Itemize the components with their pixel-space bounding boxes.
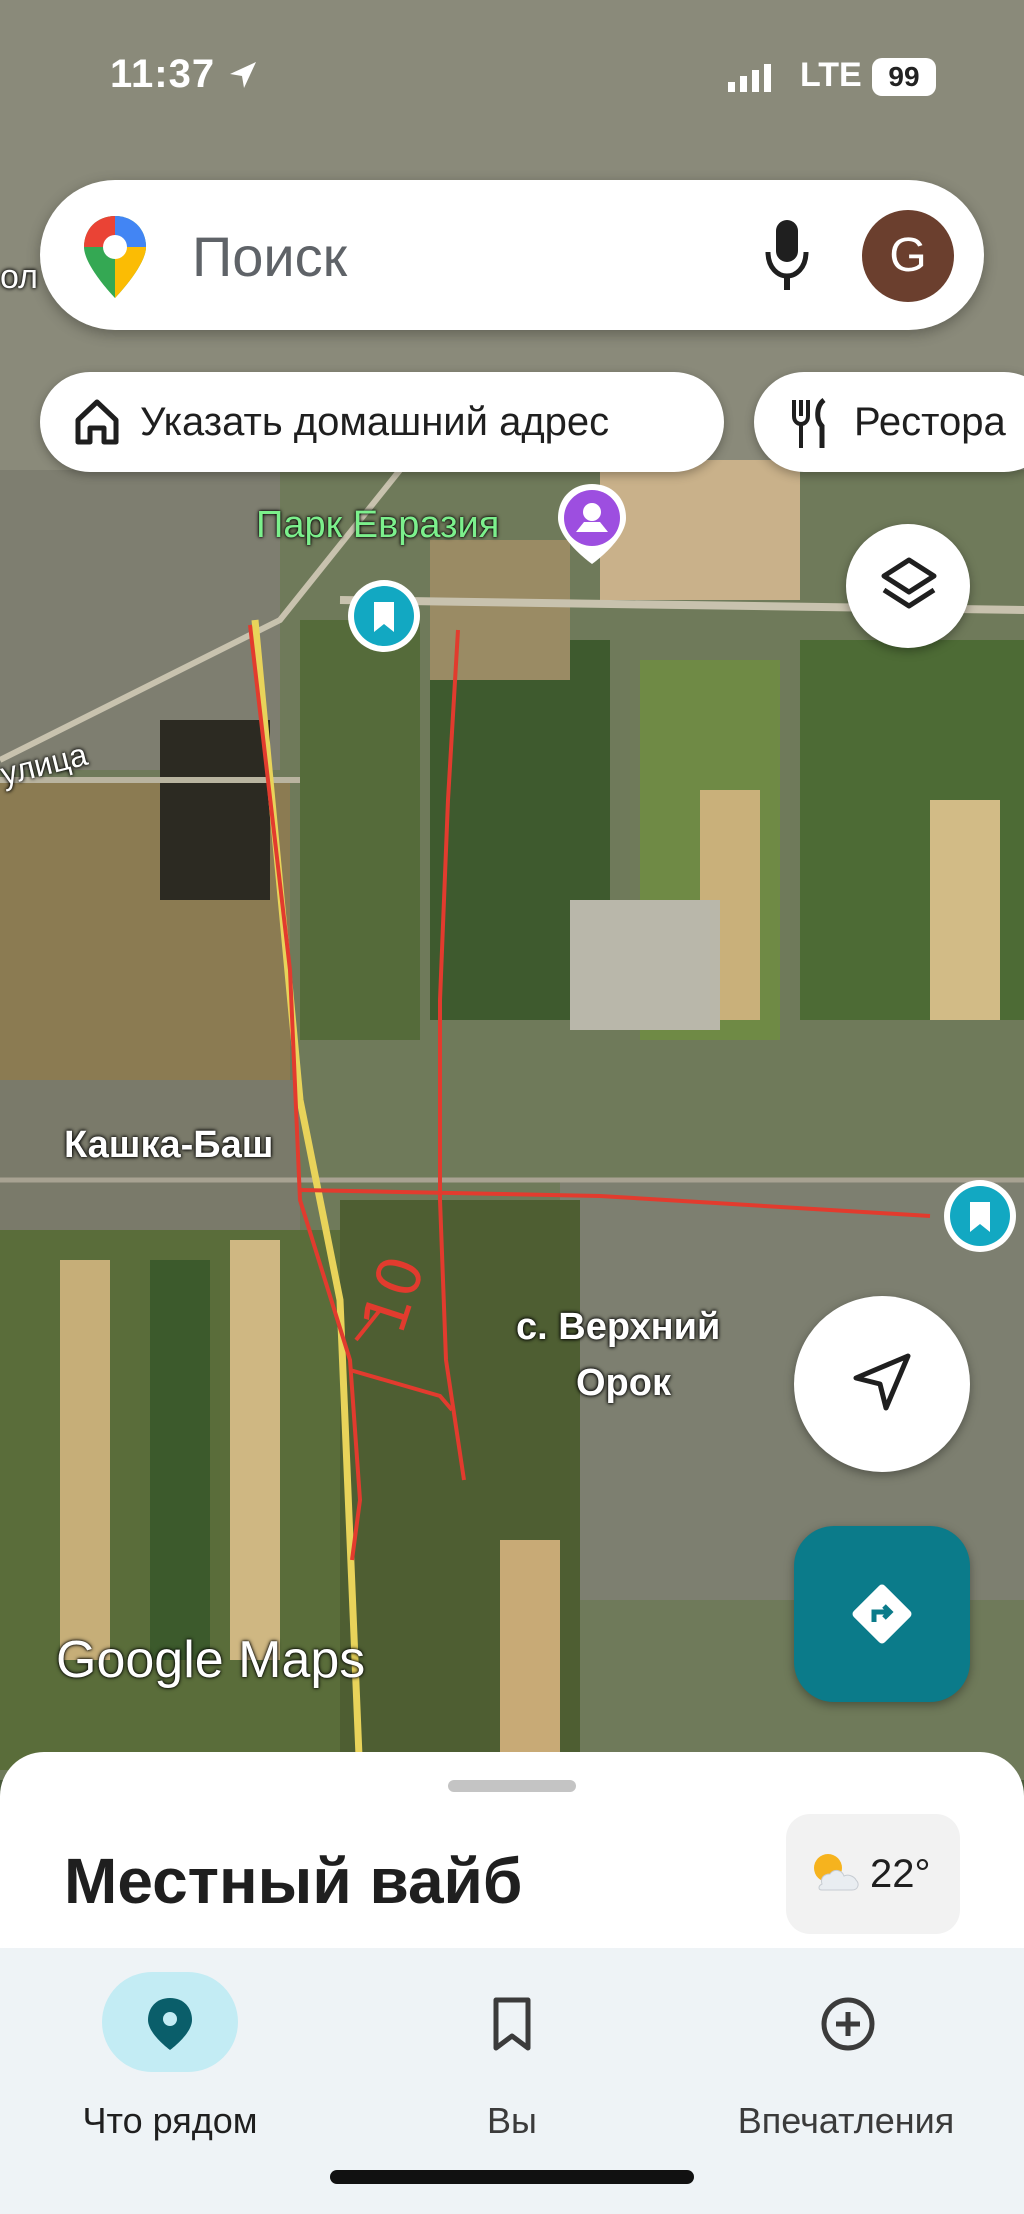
- location-arrow-icon: [230, 62, 256, 88]
- weather-chip[interactable]: 22°: [786, 1814, 960, 1934]
- sheet-title: Местный вайб: [64, 1845, 523, 1917]
- partly-cloudy-icon: [814, 1854, 859, 1891]
- navigation-arrow-icon: [853, 1353, 911, 1411]
- maps-pin-icon: [84, 216, 146, 298]
- weather-temp: 22°: [870, 1852, 931, 1896]
- fork-knife-icon: [792, 398, 826, 448]
- set-home-chip[interactable]: Указать домашний адрес: [40, 372, 724, 472]
- status-bar: 11:37 LTE 99: [0, 0, 1024, 150]
- mic-icon[interactable]: [762, 218, 812, 292]
- saved-place-marker[interactable]: [944, 1180, 1016, 1252]
- set-home-label: Указать домашний адрес: [140, 400, 610, 444]
- layers-button[interactable]: [846, 524, 970, 648]
- saved-place-marker[interactable]: [348, 580, 420, 652]
- sheet-drag-handle[interactable]: [448, 1780, 576, 1792]
- layers-icon: [881, 557, 937, 609]
- search-bar[interactable]: Поиск G: [40, 180, 984, 330]
- network-type: LTE: [800, 56, 862, 94]
- map-label-verkhniy-line1[interactable]: с. Верхний: [516, 1306, 720, 1349]
- tab-explore[interactable]: Что рядом: [20, 1962, 320, 2142]
- bottom-sheet[interactable]: Местный вайб 22°: [0, 1752, 1024, 1962]
- tab-explore-label: Что рядом: [82, 2100, 258, 2141]
- avatar[interactable]: G: [862, 210, 954, 302]
- bookmark-icon: [970, 1202, 990, 1232]
- directions-icon: [852, 1584, 912, 1644]
- my-location-button[interactable]: [794, 1296, 970, 1472]
- signal-icon: [728, 64, 771, 92]
- add-circle-icon: [821, 1997, 875, 2051]
- directions-button[interactable]: [794, 1526, 970, 1702]
- park-icon[interactable]: [552, 480, 632, 566]
- search-placeholder[interactable]: Поиск: [192, 224, 347, 289]
- map-label-park[interactable]: Парк Евразия: [256, 504, 499, 547]
- tab-contribute-label: Впечатления: [737, 2100, 955, 2141]
- bookmark-icon: [493, 1997, 531, 2051]
- restaurants-chip[interactable]: Рестора: [754, 372, 1024, 472]
- battery-level: 99: [872, 58, 936, 96]
- explore-pin-icon: [148, 1998, 192, 2050]
- google-maps-watermark: Google Maps: [56, 1631, 366, 1689]
- home-indicator[interactable]: [330, 2170, 694, 2184]
- map-label-kashka-bash[interactable]: Кашка-Баш: [64, 1124, 273, 1167]
- tab-you[interactable]: Вы: [362, 1962, 662, 2142]
- status-time: 11:37: [110, 52, 216, 96]
- home-icon: [75, 399, 119, 445]
- tab-contribute[interactable]: Впечатления: [696, 1962, 996, 2142]
- restaurants-label: Рестора: [854, 400, 1006, 444]
- bookmark-icon: [374, 602, 394, 632]
- map-label-verkhniy-line2[interactable]: Орок: [576, 1362, 671, 1405]
- tab-you-label: Вы: [487, 2100, 537, 2141]
- map-label-partial: ол: [0, 258, 39, 296]
